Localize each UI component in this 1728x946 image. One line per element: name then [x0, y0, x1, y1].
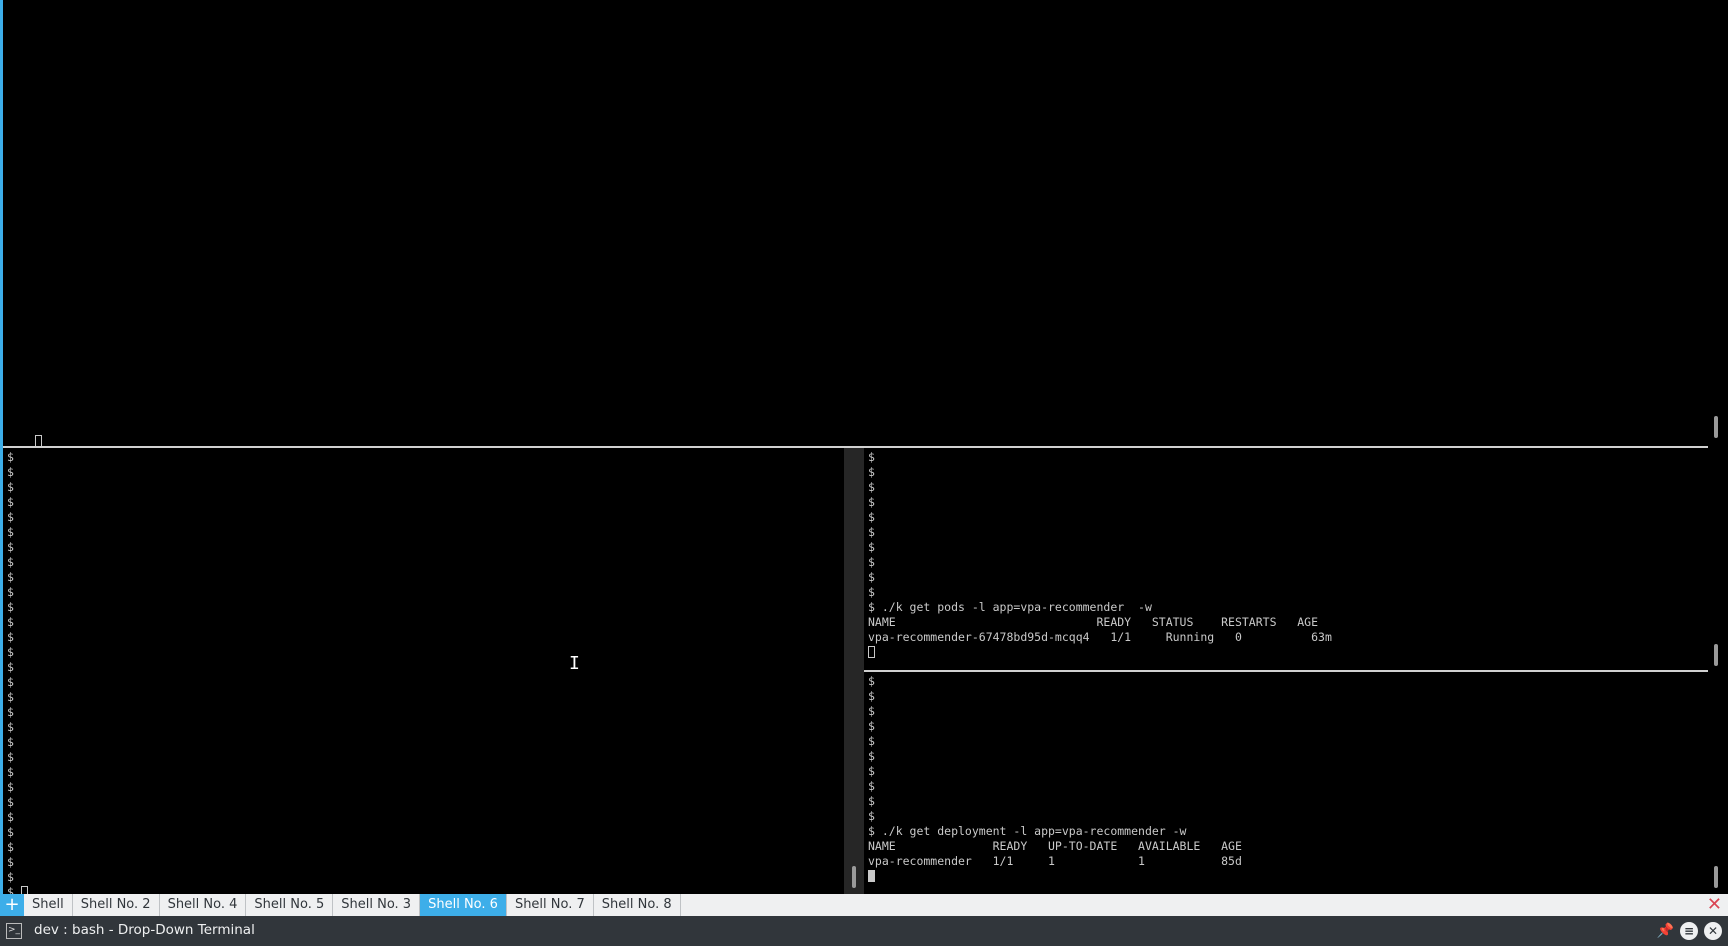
terminal-line: $ [868, 749, 875, 763]
menu-icon[interactable]: ≡ [1680, 922, 1698, 940]
terminal-pane-top[interactable] [3, 0, 1708, 446]
window-titlebar: >_ dev : bash - Drop-Down Terminal 📌 ≡ ✕ [0, 916, 1728, 946]
terminal-line: vpa-recommender 1/1 1 1 85d [868, 854, 1242, 868]
terminal-line: $ [868, 495, 875, 509]
splitter-vertical[interactable] [844, 448, 864, 894]
terminal-line: $ [868, 480, 875, 494]
terminal-prompt-line: $ [7, 885, 28, 894]
terminal-line: $ [868, 809, 875, 823]
text-cursor [868, 646, 875, 658]
terminal-line: $ [7, 570, 14, 584]
terminal-line: $ [7, 705, 14, 719]
terminal-line: $ [7, 855, 14, 869]
terminal-prompt-line [868, 645, 1332, 660]
prompt-text: $ [7, 885, 21, 894]
terminal-line: $ [868, 674, 875, 688]
terminal-line: $ [7, 690, 14, 704]
terminal-line: $ [7, 615, 14, 629]
tab-shell-6[interactable]: Shell No. 6 [420, 894, 507, 916]
terminal-pane-left[interactable]: $ $ $ $ $ $ $ $ $ $ $ $ $ $ $ $ $ $ $ $ $ $ $ $ $ $ $ $ $ $ [3, 448, 844, 894]
text-cursor [34, 435, 42, 446]
terminal-line: NAME READY UP-TO-DATE AVAILABLE AGE [868, 839, 1242, 853]
terminal-line: $ [7, 735, 14, 749]
terminal-line: $ [7, 540, 14, 554]
terminal-line: $ ./k get pods -l app=vpa-recommender -w [868, 600, 1152, 614]
terminal-line: $ [7, 585, 14, 599]
mouse-ibeam-cursor: I [569, 653, 580, 674]
tab-list: Shell Shell No. 2 Shell No. 4 Shell No. 5 Sh… [24, 894, 681, 916]
terminal-line: $ [7, 555, 14, 569]
terminal-line: $ [7, 480, 14, 494]
terminal-line: $ [7, 750, 14, 764]
terminal-line: $ [7, 450, 14, 464]
terminal-line: $ [868, 734, 875, 748]
terminal-top-prompt [7, 419, 42, 446]
tab-bar: + Shell Shell No. 2 Shell No. 4 Shell No. 5… [0, 894, 1728, 916]
tab-shell-5[interactable]: Shell No. 3 [333, 894, 421, 916]
terminal-line: $ [868, 570, 875, 584]
scrollbar-top-pane[interactable] [1714, 416, 1718, 438]
terminal-pane-right-top[interactable]: $ $ $ $ $ $ $ $ $ $ $ ./k get pods -l app=vpa-reco… [864, 448, 1708, 670]
terminal-line: $ [868, 525, 875, 539]
terminal-line: $ [868, 585, 875, 599]
terminal-line: $ [868, 764, 875, 778]
terminal-line: $ [7, 765, 14, 779]
terminal-line: $ [868, 704, 875, 718]
tab-shell-7[interactable]: Shell No. 7 [507, 894, 594, 916]
terminal-right-bottom-output: $ $ $ $ $ $ $ $ $ $ $ ./k get deployment -l app=vp… [868, 674, 1242, 884]
terminal-icon: >_ [6, 923, 22, 939]
terminal-line: $ [868, 779, 875, 793]
pin-icon[interactable]: 📌 [1657, 923, 1674, 939]
plus-icon[interactable]: + [0, 894, 24, 916]
close-icon[interactable]: ✕ [1707, 895, 1722, 915]
terminal-line: $ ./k get deployment -l app=vpa-recommen… [868, 824, 1187, 838]
terminal-line: $ [7, 645, 14, 659]
window-title: dev : bash - Drop-Down Terminal [34, 922, 255, 938]
terminal-line: $ [7, 465, 14, 479]
terminal-line: $ [7, 780, 14, 794]
terminal-line: $ [868, 510, 875, 524]
terminal-line: $ [7, 840, 14, 854]
terminal-line: $ [7, 660, 14, 674]
terminal-line: $ [868, 689, 875, 703]
terminal-line: $ [7, 600, 14, 614]
terminal-prompt-line [868, 869, 1242, 884]
scrollbar-right-top-pane[interactable] [1714, 644, 1718, 666]
terminal-line: $ [7, 510, 14, 524]
scrollbar-left-pane[interactable] [852, 866, 856, 888]
terminal-line: $ [7, 795, 14, 809]
terminal-line: vpa-recommender-67478bd95d-mcqq4 1/1 Run… [868, 630, 1332, 644]
terminal-line: $ [7, 825, 14, 839]
terminal-line: $ [868, 540, 875, 554]
scrollbar-right-bottom-pane[interactable] [1714, 866, 1718, 888]
terminal-line: NAME READY STATUS RESTARTS AGE [868, 615, 1319, 629]
terminal-line: $ [7, 720, 14, 734]
terminal-line: $ [868, 555, 875, 569]
close-window-icon[interactable]: ✕ [1704, 922, 1722, 940]
tab-shell-1[interactable]: Shell [24, 894, 73, 916]
terminal-line: $ [868, 450, 875, 464]
tab-shell-3[interactable]: Shell No. 4 [160, 894, 247, 916]
terminal-line: $ [7, 495, 14, 509]
terminal-line: $ [868, 719, 875, 733]
terminal-line: $ [7, 870, 14, 884]
terminal-line: $ [7, 810, 14, 824]
terminal-pane-right-bottom[interactable]: $ $ $ $ $ $ $ $ $ $ $ ./k get deployment -l app=vp… [864, 672, 1708, 894]
tab-shell-4[interactable]: Shell No. 5 [246, 894, 334, 916]
text-cursor [20, 886, 28, 894]
terminal-line: $ [868, 465, 875, 479]
terminal-line: $ [7, 525, 14, 539]
terminal-line: $ [7, 630, 14, 644]
terminal-line: $ [7, 675, 14, 689]
tab-shell-8[interactable]: Shell No. 8 [594, 894, 681, 916]
text-cursor [868, 870, 875, 882]
terminal-left-output: $ $ $ $ $ $ $ $ $ $ $ $ $ $ $ $ $ $ $ $ $ $ $ $ $ $ $ $ $ $ [7, 450, 28, 894]
terminal-right-top-output: $ $ $ $ $ $ $ $ $ $ $ ./k get pods -l app=vpa-reco… [868, 450, 1332, 660]
terminal-line: $ [868, 794, 875, 808]
tab-shell-2[interactable]: Shell No. 2 [73, 894, 160, 916]
